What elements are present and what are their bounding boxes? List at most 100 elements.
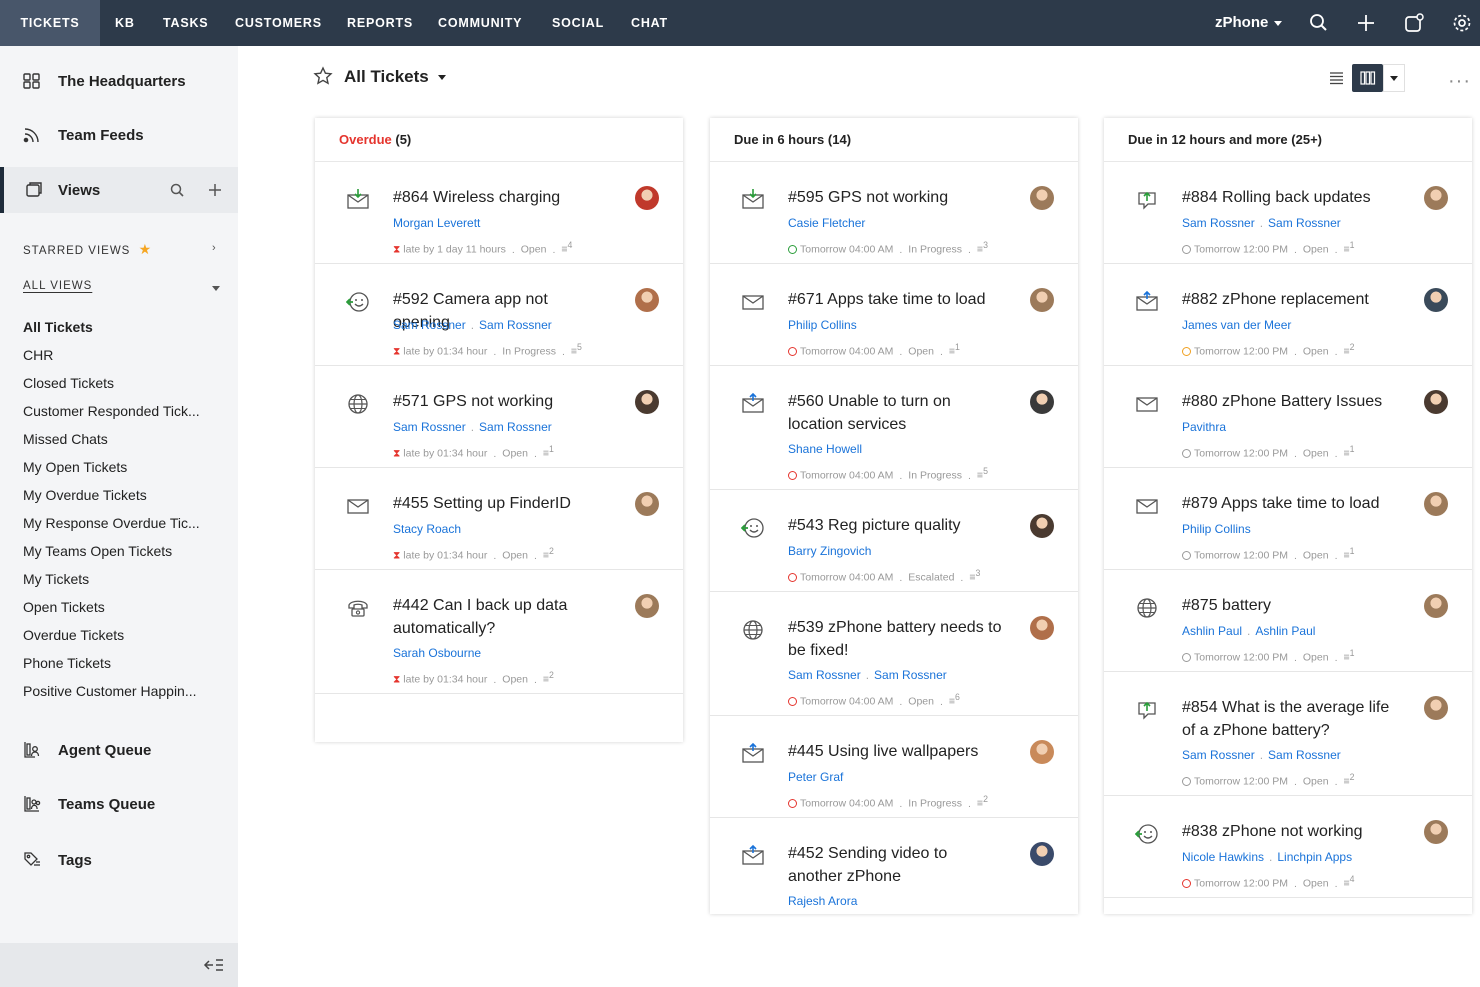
- ticket-status[interactable]: Open: [502, 550, 528, 562]
- ticket-title[interactable]: #455 Setting up FinderID: [393, 492, 608, 515]
- ticket-status[interactable]: Open: [1303, 244, 1329, 256]
- ticket-card[interactable]: #838 zPhone not working Nicole Hawkins. Li…: [1104, 796, 1472, 898]
- assignee-link[interactable]: Sam Rossner: [1182, 216, 1255, 230]
- view-list-item[interactable]: Response Overdue Tickets: [23, 705, 228, 713]
- avatar[interactable]: [1424, 696, 1448, 720]
- assignee-link[interactable]: Casie Fletcher: [788, 216, 865, 230]
- avatar[interactable]: [635, 288, 659, 312]
- view-list-item[interactable]: Closed Tickets: [23, 369, 228, 397]
- add-view-icon[interactable]: [207, 182, 223, 198]
- ticket-card[interactable]: #854 What is the average life of a zPhon…: [1104, 672, 1472, 796]
- board-view-toggle[interactable]: [1352, 64, 1383, 92]
- assignee-link[interactable]: Ashlin Paul: [1182, 624, 1242, 638]
- assignee-link[interactable]: Philip Collins: [788, 318, 857, 332]
- avatar[interactable]: [1424, 186, 1448, 210]
- notifications-icon[interactable]: [1403, 12, 1425, 34]
- ticket-card[interactable]: #879 Apps take time to load Philip Collin…: [1104, 468, 1472, 570]
- view-list-item[interactable]: Phone Tickets: [23, 649, 228, 677]
- assignee-link[interactable]: Sam Rossner: [874, 668, 947, 682]
- tab-kb[interactable]: KB: [115, 0, 135, 46]
- search-views-icon[interactable]: [169, 182, 185, 198]
- all-views-header[interactable]: ALL VIEWS: [23, 280, 92, 292]
- assignee-link[interactable]: Sarah Osbourne: [393, 646, 481, 660]
- ticket-status[interactable]: Open: [1303, 346, 1329, 358]
- ticket-title[interactable]: #884 Rolling back updates: [1182, 186, 1397, 209]
- ticket-status[interactable]: Open: [502, 674, 528, 686]
- ticket-card[interactable]: #452 Sending video to another zPhone Raje…: [710, 818, 1078, 914]
- ticket-card[interactable]: #671 Apps take time to load Philip Collin…: [710, 264, 1078, 366]
- ticket-title[interactable]: #445 Using live wallpapers: [788, 740, 1003, 763]
- tab-community[interactable]: COMMUNITY: [438, 0, 522, 46]
- chevron-down-icon[interactable]: [212, 286, 220, 291]
- ticket-status[interactable]: In Progress: [908, 470, 962, 482]
- ticket-status[interactable]: Escalated: [908, 572, 954, 584]
- view-list-item[interactable]: All Tickets: [23, 313, 228, 341]
- avatar[interactable]: [635, 492, 659, 516]
- ticket-title[interactable]: #880 zPhone Battery Issues: [1182, 390, 1397, 413]
- view-list-item[interactable]: Customer Responded Tick...: [23, 397, 228, 425]
- assignee-link[interactable]: Sam Rossner: [1182, 748, 1255, 762]
- chevron-right-icon[interactable]: ›: [212, 242, 216, 254]
- ticket-title[interactable]: #539 zPhone battery needs to be fixed!: [788, 616, 1003, 662]
- assignee-link[interactable]: Sam Rossner: [479, 318, 552, 332]
- ticket-title[interactable]: #571 GPS not working: [393, 390, 608, 413]
- add-icon[interactable]: [1355, 12, 1377, 34]
- avatar[interactable]: [1030, 288, 1054, 312]
- assignee-link[interactable]: Sam Rossner: [1268, 216, 1341, 230]
- assignee-link[interactable]: Barry Zingovich: [788, 544, 871, 558]
- ticket-status[interactable]: In Progress: [908, 244, 962, 256]
- ticket-title[interactable]: #864 Wireless charging: [393, 186, 608, 209]
- sidebar-item-headquarters[interactable]: The Headquarters: [0, 58, 238, 104]
- collapse-sidebar-icon[interactable]: [202, 955, 226, 975]
- list-view-toggle[interactable]: [1321, 64, 1352, 92]
- view-list-item[interactable]: My Teams Open Tickets: [23, 537, 228, 565]
- brand-switcher[interactable]: zPhone: [1215, 0, 1283, 46]
- view-list-item[interactable]: My Overdue Tickets: [23, 481, 228, 509]
- sidebar-item-team-feeds[interactable]: Team Feeds: [0, 112, 238, 158]
- avatar[interactable]: [1030, 616, 1054, 640]
- ticket-status[interactable]: Open: [908, 346, 934, 358]
- assignee-link[interactable]: Linchpin Apps: [1277, 850, 1352, 864]
- assignee-link[interactable]: Morgan Leverett: [393, 216, 480, 230]
- ticket-status[interactable]: In Progress: [908, 798, 962, 810]
- ticket-card[interactable]: #880 zPhone Battery Issues Pavithra Tomorr…: [1104, 366, 1472, 468]
- avatar[interactable]: [1424, 594, 1448, 618]
- ticket-title[interactable]: #879 Apps take time to load: [1182, 492, 1397, 515]
- ticket-status[interactable]: Open: [521, 244, 547, 256]
- view-list-item[interactable]: CHR: [23, 341, 228, 369]
- more-options-icon[interactable]: ···: [1448, 70, 1471, 93]
- ticket-status[interactable]: Open: [502, 448, 528, 460]
- tab-chat[interactable]: CHAT: [631, 0, 668, 46]
- view-list-item[interactable]: Positive Customer Happin...: [23, 677, 228, 705]
- avatar[interactable]: [1424, 492, 1448, 516]
- avatar[interactable]: [1030, 186, 1054, 210]
- ticket-card[interactable]: #884 Rolling back updates Sam Rossner. Sam…: [1104, 162, 1472, 264]
- starred-views-header[interactable]: STARRED VIEWS ★: [23, 241, 152, 258]
- ticket-title[interactable]: #595 GPS not working: [788, 186, 1003, 209]
- tab-social[interactable]: SOCIAL: [552, 0, 604, 46]
- assignee-link[interactable]: Rajesh Arora: [788, 894, 857, 908]
- tab-tasks[interactable]: TASKS: [163, 0, 208, 46]
- tab-reports[interactable]: REPORTS: [347, 0, 413, 46]
- ticket-card[interactable]: #442 Can I back up data automatically? Sa…: [315, 570, 683, 694]
- assignee-link[interactable]: Sam Rossner: [1268, 748, 1341, 762]
- assignee-link[interactable]: Ashlin Paul: [1255, 624, 1315, 638]
- tab-tickets[interactable]: TICKETS: [0, 0, 100, 46]
- avatar[interactable]: [1424, 288, 1448, 312]
- assignee-link[interactable]: Nicole Hawkins: [1182, 850, 1264, 864]
- avatar[interactable]: [1030, 740, 1054, 764]
- avatar[interactable]: [635, 594, 659, 618]
- ticket-card[interactable]: #445 Using live wallpapers Peter Graf Tomo…: [710, 716, 1078, 818]
- sidebar-item-views[interactable]: Views: [0, 167, 238, 213]
- ticket-title[interactable]: #560 Unable to turn on location services: [788, 390, 1003, 436]
- avatar[interactable]: [1030, 390, 1054, 414]
- assignee-link[interactable]: Peter Graf: [788, 770, 843, 784]
- ticket-title[interactable]: #875 battery: [1182, 594, 1397, 617]
- avatar[interactable]: [1424, 390, 1448, 414]
- view-list-item[interactable]: Overdue Tickets: [23, 621, 228, 649]
- assignee-link[interactable]: James van der Meer: [1182, 318, 1291, 332]
- view-list-item[interactable]: My Response Overdue Tic...: [23, 509, 228, 537]
- assignee-link[interactable]: Sam Rossner: [393, 420, 466, 434]
- view-selector[interactable]: All Tickets: [344, 67, 446, 87]
- ticket-card[interactable]: #539 zPhone battery needs to be fixed! Sa…: [710, 592, 1078, 716]
